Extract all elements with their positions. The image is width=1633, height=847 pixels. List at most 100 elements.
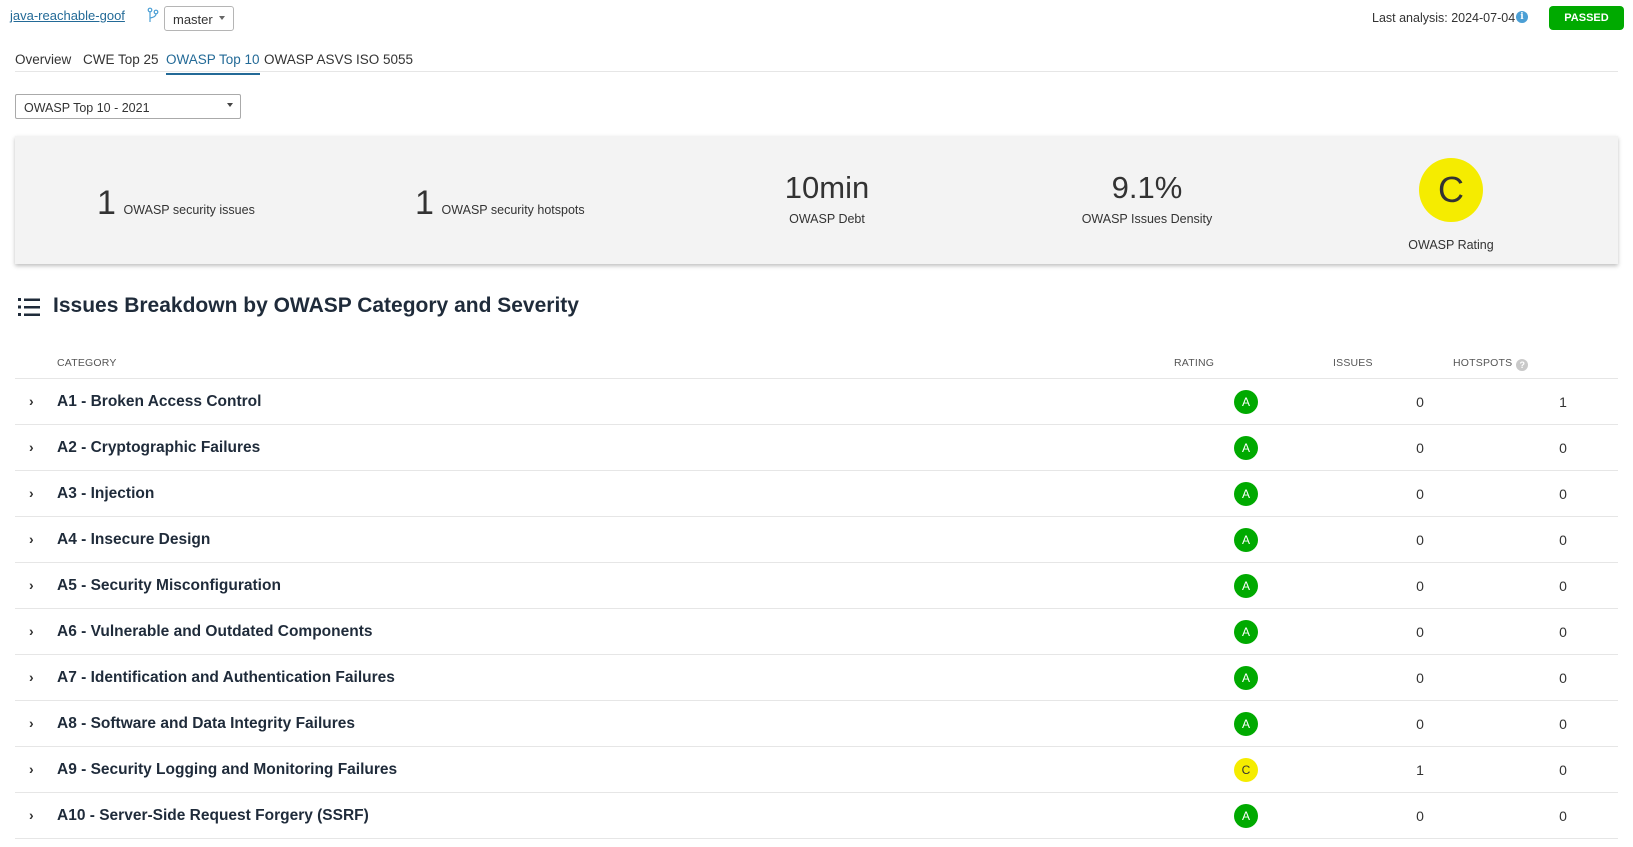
chevron-right-icon[interactable]: › — [29, 669, 34, 685]
issues-count[interactable]: 0 — [1400, 808, 1440, 824]
column-header-issues: ISSUES — [1333, 357, 1373, 369]
table-row[interactable]: › A5 - Security Misconfiguration A 0 0 — [15, 563, 1618, 609]
category-name: A6 - Vulnerable and Outdated Components — [57, 623, 373, 640]
rating-badge: A — [1234, 482, 1258, 506]
category-name: A4 - Insecure Design — [57, 531, 211, 548]
hotspots-metric[interactable]: 1 OWASP security hotspots — [415, 184, 585, 223]
column-header-hotspots: HOTSPOTS? — [1453, 357, 1529, 371]
hotspots-count[interactable]: 0 — [1543, 486, 1583, 502]
info-icon[interactable]: i — [1516, 11, 1528, 23]
section-title: Issues Breakdown by OWASP Category and S… — [53, 294, 579, 317]
rating-badge: A — [1234, 528, 1258, 552]
debt-value: 10min — [784, 170, 870, 205]
last-analysis-text: Last analysis: 2024-07-04 — [1372, 11, 1516, 25]
rating-badge: A — [1234, 436, 1258, 460]
rating-badge: A — [1234, 712, 1258, 736]
hotspots-count[interactable]: 0 — [1543, 716, 1583, 732]
table-header: CATEGORY RATING ISSUES HOTSPOTS? — [15, 349, 1618, 379]
table-row[interactable]: › A7 - Identification and Authentication… — [15, 655, 1618, 701]
table-row[interactable]: › A1 - Broken Access Control A 0 1 — [15, 379, 1618, 425]
issues-count[interactable]: 0 — [1400, 670, 1440, 686]
issues-count[interactable]: 0 — [1400, 624, 1440, 640]
table-row[interactable]: › A9 - Security Logging and Monitoring F… — [15, 747, 1618, 793]
hotspots-count[interactable]: 0 — [1543, 578, 1583, 594]
chevron-right-icon[interactable]: › — [29, 577, 34, 593]
chevron-right-icon[interactable]: › — [29, 715, 34, 731]
density-metric: 9.1% OWASP Issues Density — [1037, 170, 1257, 226]
column-header-rating: RATING — [1174, 357, 1215, 369]
issues-label: OWASP security issues — [123, 203, 255, 217]
chevron-right-icon[interactable]: › — [29, 393, 34, 409]
tab-cwe-top-25[interactable]: CWE Top 25 — [83, 52, 159, 73]
debt-metric: 10min OWASP Debt — [717, 170, 937, 226]
list-icon — [18, 298, 40, 316]
hotspots-count: 1 — [415, 184, 434, 222]
hotspots-count[interactable]: 0 — [1543, 670, 1583, 686]
caret-down-icon — [227, 103, 233, 107]
hotspots-header-label: HOTSPOTS — [1453, 357, 1513, 369]
rating-badge: A — [1234, 804, 1258, 828]
branch-select[interactable]: master — [164, 6, 234, 31]
standard-version-select[interactable]: OWASP Top 10 - 2021 — [15, 94, 241, 119]
hotspots-count[interactable]: 0 — [1543, 624, 1583, 640]
debt-label: OWASP Debt — [789, 212, 865, 226]
table-row[interactable]: › A6 - Vulnerable and Outdated Component… — [15, 609, 1618, 655]
category-name: A8 - Software and Data Integrity Failure… — [57, 715, 356, 732]
hotspots-count[interactable]: 0 — [1543, 532, 1583, 548]
issues-count[interactable]: 0 — [1400, 532, 1440, 548]
tab-owasp-asvs[interactable]: OWASP ASVS — [264, 52, 353, 73]
table-row[interactable]: › A8 - Software and Data Integrity Failu… — [15, 701, 1618, 747]
rating-badge: A — [1234, 620, 1258, 644]
category-name: A1 - Broken Access Control — [57, 393, 262, 410]
issues-count: 1 — [97, 184, 116, 222]
hotspots-count[interactable]: 0 — [1543, 808, 1583, 824]
caret-down-icon — [219, 16, 225, 20]
table-row[interactable]: › A2 - Cryptographic Failures A 0 0 — [15, 425, 1618, 471]
issues-count[interactable]: 0 — [1400, 394, 1440, 410]
top-bar: java-reachable-goof master Last analysis… — [0, 0, 1633, 38]
chevron-right-icon[interactable]: › — [29, 761, 34, 777]
rating-badge: A — [1234, 390, 1258, 414]
standards-tabs: Overview CWE Top 25 OWASP Top 10 OWASP A… — [15, 46, 1618, 75]
hotspots-count[interactable]: 1 — [1543, 394, 1583, 410]
category-name: A3 - Injection — [57, 485, 155, 502]
project-link[interactable]: java-reachable-goof — [10, 8, 125, 23]
rating-badge: A — [1234, 574, 1258, 598]
column-header-category: CATEGORY — [57, 357, 117, 369]
issues-count[interactable]: 0 — [1400, 440, 1440, 456]
chevron-right-icon[interactable]: › — [29, 623, 34, 639]
quality-gate-status-badge: PASSED — [1549, 6, 1624, 30]
rating-badge: C — [1234, 758, 1258, 782]
hotspots-count[interactable]: 0 — [1543, 440, 1583, 456]
hotspots-label: OWASP security hotspots — [441, 203, 585, 217]
tab-overview[interactable]: Overview — [15, 52, 71, 73]
tab-iso-5055[interactable]: ISO 5055 — [356, 52, 413, 73]
issues-count[interactable]: 0 — [1400, 578, 1440, 594]
table-row[interactable]: › A4 - Insecure Design A 0 0 — [15, 517, 1618, 563]
help-icon[interactable]: ? — [1516, 359, 1529, 371]
summary-panel: 1 OWASP security issues 1 OWASP security… — [15, 136, 1618, 264]
rating-badge: A — [1234, 666, 1258, 690]
category-name: A2 - Cryptographic Failures — [57, 439, 261, 456]
chevron-right-icon[interactable]: › — [29, 439, 34, 455]
hotspots-count[interactable]: 0 — [1543, 762, 1583, 778]
table-row[interactable]: › A3 - Injection A 0 0 — [15, 471, 1618, 517]
branch-icon — [147, 7, 159, 22]
issues-metric[interactable]: 1 OWASP security issues — [97, 184, 255, 223]
owasp-breakdown-table: CATEGORY RATING ISSUES HOTSPOTS? › A1 - … — [15, 349, 1618, 839]
issues-count[interactable]: 0 — [1400, 716, 1440, 732]
tab-owasp-top-10[interactable]: OWASP Top 10 — [166, 52, 260, 75]
category-name: A5 - Security Misconfiguration — [57, 577, 281, 594]
table-row[interactable]: › A10 - Server-Side Request Forgery (SSR… — [15, 793, 1618, 839]
overall-rating-badge: C — [1419, 158, 1483, 222]
density-label: OWASP Issues Density — [1081, 212, 1213, 226]
issues-count[interactable]: 0 — [1400, 486, 1440, 502]
chevron-right-icon[interactable]: › — [29, 485, 34, 501]
category-name: A10 - Server-Side Request Forgery (SSRF) — [57, 807, 369, 824]
issues-count[interactable]: 1 — [1400, 762, 1440, 778]
category-name: A9 - Security Logging and Monitoring Fai… — [57, 761, 398, 778]
chevron-right-icon[interactable]: › — [29, 807, 34, 823]
branch-select-value: master — [173, 12, 213, 27]
density-value: 9.1% — [1111, 170, 1183, 205]
chevron-right-icon[interactable]: › — [29, 531, 34, 547]
